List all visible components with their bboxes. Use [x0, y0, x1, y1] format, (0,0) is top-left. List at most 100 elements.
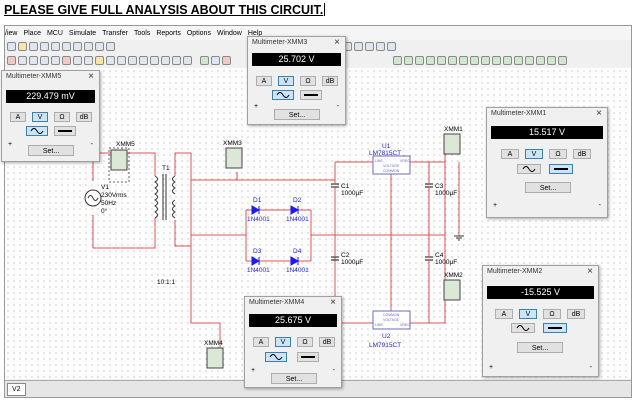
transformer-symbol[interactable]: [154, 174, 176, 220]
ammeter-button[interactable]: A: [253, 337, 269, 347]
dc-mode-button[interactable]: [300, 90, 322, 100]
zoom-out-icon[interactable]: [354, 42, 363, 51]
instrument-9-icon[interactable]: [481, 56, 490, 65]
ammeter-button[interactable]: A: [501, 149, 519, 159]
voltmeter-button[interactable]: V: [525, 149, 543, 159]
ohmmeter-button[interactable]: Ω: [543, 309, 561, 319]
decibel-button[interactable]: dB: [567, 309, 585, 319]
paste-icon[interactable]: [73, 42, 82, 51]
ac-mode-button[interactable]: [511, 323, 535, 333]
source-icon[interactable]: [7, 56, 16, 65]
dc-mode-button[interactable]: [297, 352, 319, 362]
menu-place[interactable]: Place: [23, 30, 41, 37]
transistor-icon[interactable]: [40, 56, 49, 65]
diode-d3-symbol[interactable]: [251, 256, 261, 266]
instrument-13-icon[interactable]: [525, 56, 534, 65]
run-icon[interactable]: [200, 56, 209, 65]
ohmmeter-button[interactable]: Ω: [54, 112, 70, 122]
menu-window[interactable]: Window: [217, 30, 242, 37]
menu-transfer[interactable]: Transfer: [102, 30, 128, 37]
ac-mode-button[interactable]: [265, 352, 287, 362]
ohmmeter-button[interactable]: Ω: [300, 76, 316, 86]
copy-icon[interactable]: [62, 42, 71, 51]
decibel-button[interactable]: dB: [319, 337, 335, 347]
xmm5-icon[interactable]: [110, 149, 128, 171]
menu-simulate[interactable]: Simulate: [69, 30, 96, 37]
dc-mode-button[interactable]: [549, 164, 573, 174]
zoom-fit-icon[interactable]: [376, 42, 385, 51]
ohmmeter-button[interactable]: Ω: [549, 149, 567, 159]
print-icon[interactable]: [40, 42, 49, 51]
zoom-area-icon[interactable]: [365, 42, 374, 51]
pause-icon[interactable]: [211, 56, 220, 65]
ladder-icon[interactable]: [183, 56, 192, 65]
xmm2-icon[interactable]: [443, 279, 461, 301]
close-icon[interactable]: ×: [330, 297, 336, 308]
hierarchical-block-icon[interactable]: [161, 56, 170, 65]
misc-icon[interactable]: [117, 56, 126, 65]
instrument-15-icon[interactable]: [547, 56, 556, 65]
voltmeter-button[interactable]: V: [275, 337, 291, 347]
zoom-full-icon[interactable]: [387, 42, 396, 51]
menu-options[interactable]: Options: [187, 30, 211, 37]
menu-view[interactable]: /iew: [5, 30, 17, 37]
instrument-3-icon[interactable]: [415, 56, 424, 65]
voltmeter-button[interactable]: V: [278, 76, 294, 86]
mcu-icon[interactable]: [150, 56, 159, 65]
xmm4-icon[interactable]: [206, 347, 224, 369]
instrument-16-icon[interactable]: [558, 56, 567, 65]
settings-button[interactable]: Set...: [525, 182, 571, 193]
ammeter-button[interactable]: A: [495, 309, 513, 319]
diode-d2-symbol[interactable]: [290, 205, 300, 215]
open-icon[interactable]: [18, 42, 27, 51]
settings-button[interactable]: Set...: [28, 145, 74, 156]
ac-mode-button[interactable]: [272, 90, 294, 100]
ac-mode-button[interactable]: [517, 164, 541, 174]
undo-icon[interactable]: [84, 42, 93, 51]
dc-mode-button[interactable]: [54, 126, 76, 136]
settings-button[interactable]: Set...: [274, 109, 320, 120]
dc-mode-button[interactable]: [543, 323, 567, 333]
instrument-8-icon[interactable]: [470, 56, 479, 65]
diode-icon[interactable]: [29, 56, 38, 65]
decibel-button[interactable]: dB: [573, 149, 591, 159]
new-icon[interactable]: [7, 42, 16, 51]
menu-tools[interactable]: Tools: [134, 30, 150, 37]
decibel-button[interactable]: dB: [76, 112, 92, 122]
close-icon[interactable]: ×: [596, 108, 602, 119]
instrument-7-icon[interactable]: [459, 56, 468, 65]
indicator-icon[interactable]: [95, 56, 104, 65]
fullscreen-icon[interactable]: [106, 42, 115, 51]
voltmeter-button[interactable]: V: [32, 112, 48, 122]
ttl-icon[interactable]: [62, 56, 71, 65]
tab-v2[interactable]: V2: [7, 383, 26, 396]
analog-icon[interactable]: [51, 56, 60, 65]
ammeter-button[interactable]: A: [256, 76, 272, 86]
menu-reports[interactable]: Reports: [156, 30, 181, 37]
diode-d4-symbol[interactable]: [290, 256, 300, 266]
instrument-6-icon[interactable]: [448, 56, 457, 65]
close-icon[interactable]: ×: [334, 37, 340, 48]
settings-button[interactable]: Set...: [271, 373, 317, 384]
instrument-11-icon[interactable]: [503, 56, 512, 65]
power-icon[interactable]: [106, 56, 115, 65]
ac-mode-button[interactable]: [26, 126, 48, 136]
xmm3-icon[interactable]: [225, 147, 243, 169]
instrument-5-icon[interactable]: [437, 56, 446, 65]
settings-button[interactable]: Set...: [517, 342, 563, 353]
mixed-icon[interactable]: [84, 56, 93, 65]
instrument-10-icon[interactable]: [492, 56, 501, 65]
voltmeter-button[interactable]: V: [519, 309, 537, 319]
bus-icon[interactable]: [172, 56, 181, 65]
diode-d1-symbol[interactable]: [251, 205, 261, 215]
electromechanical-icon[interactable]: [139, 56, 148, 65]
basic-icon[interactable]: [18, 56, 27, 65]
save-icon[interactable]: [29, 42, 38, 51]
cmos-icon[interactable]: [73, 56, 82, 65]
decibel-button[interactable]: dB: [322, 76, 338, 86]
cut-icon[interactable]: [51, 42, 60, 51]
instrument-14-icon[interactable]: [536, 56, 545, 65]
instrument-4-icon[interactable]: [426, 56, 435, 65]
rf-icon[interactable]: [128, 56, 137, 65]
xmm1-icon[interactable]: [443, 133, 461, 155]
